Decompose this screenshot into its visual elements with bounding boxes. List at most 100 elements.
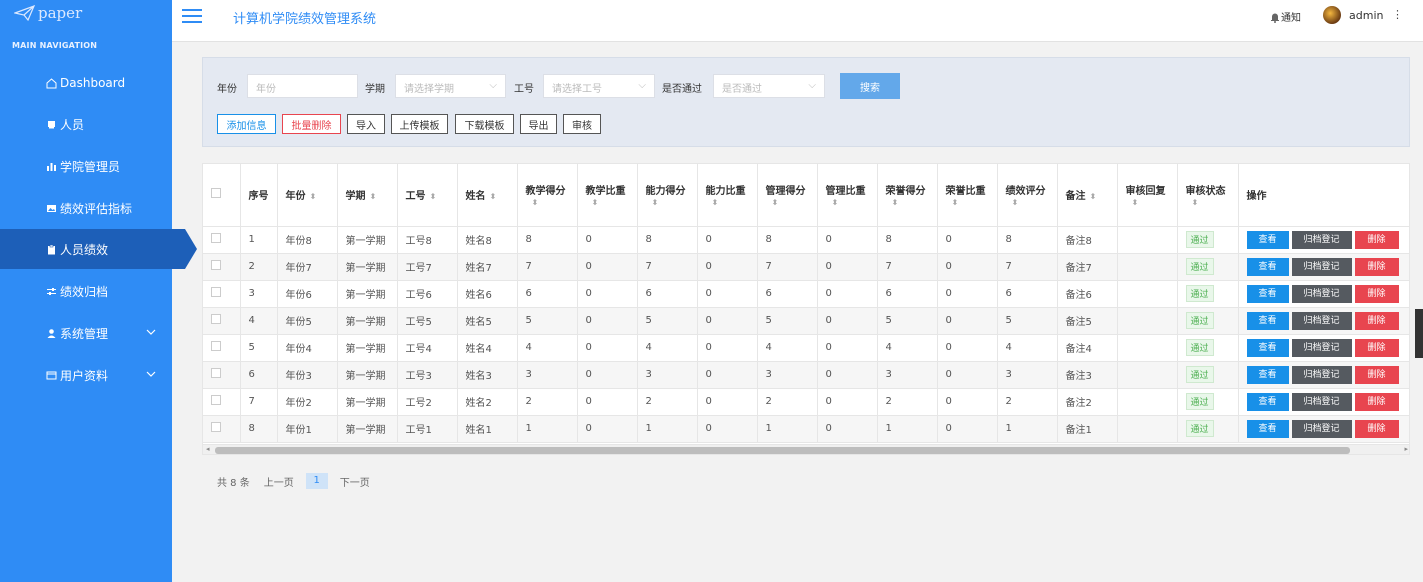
term-select[interactable]: 请选择学期 ⌵ — [395, 74, 506, 98]
sort-icon[interactable]: ⬍ — [310, 192, 317, 201]
row-checkbox[interactable] — [211, 395, 221, 405]
select-all-cell[interactable] — [203, 164, 241, 227]
archive-register-button[interactable]: 归档登记 — [1291, 419, 1352, 438]
column-header-ability-weight[interactable]: 能力比重 ⬍ — [697, 164, 758, 227]
add-info-button[interactable]: 添加信息 — [217, 114, 276, 134]
view-button[interactable]: 查看 — [1246, 230, 1289, 249]
view-button[interactable]: 查看 — [1246, 257, 1289, 276]
sort-icon[interactable]: ⬍ — [892, 198, 899, 207]
sort-icon[interactable]: ⬍ — [430, 192, 437, 201]
sidebar-item-performance-archive[interactable]: 绩效归档 — [0, 271, 172, 311]
row-select-cell[interactable] — [203, 280, 241, 308]
column-header-staff[interactable]: 工号 ⬍ — [397, 164, 458, 227]
sort-icon[interactable]: ⬍ — [1132, 198, 1139, 207]
sidebar-item-evaluation-index[interactable]: 绩效评估指标 — [0, 188, 172, 228]
sidebar-item-staff[interactable]: 人员 — [0, 104, 172, 144]
archive-register-button[interactable]: 归档登记 — [1291, 365, 1352, 384]
row-checkbox[interactable] — [211, 422, 221, 432]
page-number-current[interactable]: 1 — [305, 473, 328, 489]
view-button[interactable]: 查看 — [1246, 392, 1289, 411]
view-button[interactable]: 查看 — [1246, 311, 1289, 330]
year-input[interactable]: 年份 — [247, 74, 358, 98]
next-page-button[interactable]: 下一页 — [340, 474, 370, 489]
row-select-cell[interactable] — [203, 253, 241, 281]
column-header-remark[interactable]: 备注 ⬍ — [1057, 164, 1118, 227]
sort-icon[interactable]: ⬍ — [1192, 198, 1199, 207]
row-select-cell[interactable] — [203, 307, 241, 335]
row-checkbox[interactable] — [211, 287, 221, 297]
delete-button[interactable]: 删除 — [1354, 365, 1399, 384]
search-button[interactable]: 搜索 — [840, 73, 900, 99]
row-select-cell[interactable] — [203, 361, 241, 389]
sidebar-item-dashboard[interactable]: Dashboard — [0, 63, 172, 103]
delete-button[interactable]: 删除 — [1354, 392, 1399, 411]
delete-button[interactable]: 删除 — [1354, 284, 1399, 303]
delete-button[interactable]: 删除 — [1354, 257, 1399, 276]
prev-page-button[interactable]: 上一页 — [264, 474, 294, 489]
sort-icon[interactable]: ⬍ — [712, 198, 719, 207]
column-header-teach[interactable]: 教学得分 ⬍ — [517, 164, 578, 227]
row-select-cell[interactable] — [203, 388, 241, 416]
side-scroll-handle[interactable] — [1415, 309, 1423, 358]
row-checkbox[interactable] — [211, 233, 221, 243]
row-select-cell[interactable] — [203, 226, 241, 254]
more-vertical-icon[interactable]: ⋮ — [1392, 8, 1403, 21]
batch-delete-button[interactable]: 批量删除 — [282, 114, 341, 134]
sidebar-item-staff-performance[interactable]: 人员绩效 — [0, 229, 197, 269]
sort-icon[interactable]: ⬍ — [1090, 192, 1097, 201]
scrollbar-thumb[interactable] — [215, 447, 1350, 454]
sort-icon[interactable]: ⬍ — [532, 198, 539, 207]
archive-register-button[interactable]: 归档登记 — [1291, 338, 1352, 357]
archive-register-button[interactable]: 归档登记 — [1291, 257, 1352, 276]
view-button[interactable]: 查看 — [1246, 284, 1289, 303]
column-header-term[interactable]: 学期 ⬍ — [337, 164, 398, 227]
logo[interactable]: paper — [0, 0, 172, 26]
staff-select[interactable]: 请选择工号 ⌵ — [543, 74, 655, 98]
avatar[interactable] — [1323, 6, 1341, 24]
row-checkbox[interactable] — [211, 260, 221, 270]
view-button[interactable]: 查看 — [1246, 365, 1289, 384]
column-header-teach-weight[interactable]: 教学比重 ⬍ — [577, 164, 638, 227]
sort-icon[interactable]: ⬍ — [832, 198, 839, 207]
upload-template-button[interactable]: 上传模板 — [391, 114, 448, 134]
view-button[interactable]: 查看 — [1246, 419, 1289, 438]
archive-register-button[interactable]: 归档登记 — [1291, 311, 1352, 330]
column-header-honor-weight[interactable]: 荣誉比重 ⬍ — [937, 164, 998, 227]
sort-icon[interactable]: ⬍ — [370, 192, 377, 201]
sort-icon[interactable]: ⬍ — [1012, 198, 1019, 207]
row-select-cell[interactable] — [203, 415, 241, 443]
column-header-honor[interactable]: 荣誉得分 ⬍ — [877, 164, 938, 227]
row-checkbox[interactable] — [211, 341, 221, 351]
sort-icon[interactable]: ⬍ — [772, 198, 779, 207]
archive-register-button[interactable]: 归档登记 — [1291, 284, 1352, 303]
sort-icon[interactable]: ⬍ — [952, 198, 959, 207]
sidebar-item-college-admin[interactable]: 学院管理员 — [0, 146, 172, 186]
menu-toggle-icon[interactable] — [182, 9, 202, 23]
export-button[interactable]: 导出 — [520, 114, 557, 134]
column-header-ability[interactable]: 能力得分 ⬍ — [637, 164, 698, 227]
scroll-right-icon[interactable]: ▸ — [1404, 445, 1408, 453]
review-button[interactable]: 审核 — [563, 114, 601, 134]
notice-button[interactable]: 通知 — [1269, 9, 1301, 24]
column-header-name[interactable]: 姓名 ⬍ — [457, 164, 518, 227]
username[interactable]: admin — [1349, 9, 1383, 22]
archive-register-button[interactable]: 归档登记 — [1291, 230, 1352, 249]
column-header-manage-weight[interactable]: 管理比重 ⬍ — [817, 164, 878, 227]
download-template-button[interactable]: 下载模板 — [455, 114, 514, 134]
column-header-score[interactable]: 绩效评分 ⬍ — [997, 164, 1058, 227]
scroll-left-icon[interactable]: ◂ — [206, 445, 210, 453]
sort-icon[interactable]: ⬍ — [490, 192, 497, 201]
row-checkbox[interactable] — [211, 314, 221, 324]
delete-button[interactable]: 删除 — [1354, 419, 1399, 438]
import-button[interactable]: 导入 — [347, 114, 385, 134]
column-header-year[interactable]: 年份 ⬍ — [277, 164, 338, 227]
row-checkbox[interactable] — [211, 368, 221, 378]
column-header-status[interactable]: 审核状态 ⬍ — [1177, 164, 1239, 227]
horizontal-scrollbar[interactable]: ◂ ▸ — [203, 444, 1409, 454]
delete-button[interactable]: 删除 — [1354, 230, 1399, 249]
delete-button[interactable]: 删除 — [1354, 338, 1399, 357]
archive-register-button[interactable]: 归档登记 — [1291, 392, 1352, 411]
select-all-checkbox[interactable] — [211, 188, 221, 199]
sort-icon[interactable]: ⬍ — [652, 198, 659, 207]
view-button[interactable]: 查看 — [1246, 338, 1289, 357]
